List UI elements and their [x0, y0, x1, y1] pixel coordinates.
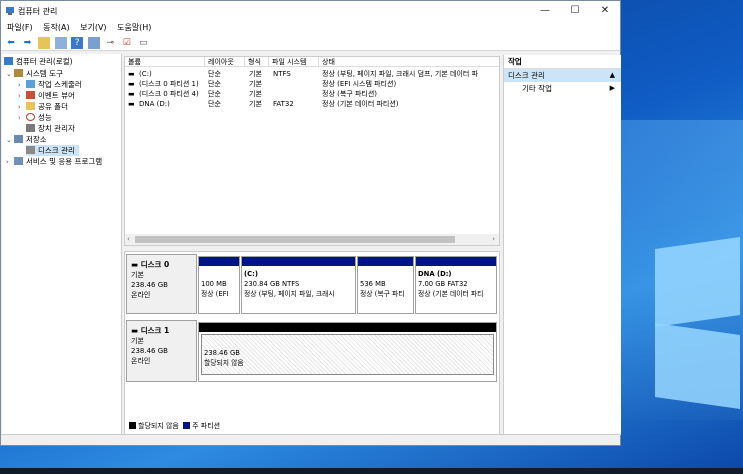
services-icon — [14, 157, 23, 165]
tree-event-viewer[interactable]: › 이벤트 뷰어 — [18, 90, 75, 101]
help-icon[interactable]: ? — [71, 37, 84, 49]
column-status[interactable]: 상태 — [319, 57, 501, 67]
windows-logo — [655, 237, 743, 409]
close-icon[interactable]: ✕ — [590, 1, 620, 21]
scroll-right-icon[interactable]: › — [492, 234, 495, 245]
actions-section-disk-management[interactable]: 디스크 관리 ▲ — [504, 69, 621, 82]
status-bar — [1, 434, 620, 445]
disk-1-label[interactable]: ▬ 디스크 1 기본 238.46 GB 온라인 — [126, 320, 197, 382]
minimize-icon[interactable]: — — [530, 1, 560, 21]
properties-icon[interactable] — [87, 37, 100, 49]
toolbar: ⬅ ➡ ? ⊸ ☑ ▭ — [1, 35, 620, 51]
column-layout[interactable]: 레이아웃 — [205, 57, 245, 67]
horizontal-scrollbar[interactable]: ‹ › — [125, 234, 499, 245]
key-icon[interactable]: ⊸ — [104, 37, 116, 49]
partition-legend: 할당되지 않음 주 파티션 — [127, 421, 220, 431]
actions-pane: 작업 디스크 관리 ▲ 기타 작업 ▶ — [503, 55, 621, 435]
menu-help[interactable]: 도움말(H) — [117, 21, 151, 35]
partition-d[interactable]: DNA (D:) 7.00 GB FAT32 정상 (기본 데이터 파티 — [415, 256, 497, 314]
console-tree-icon[interactable] — [54, 37, 67, 49]
unallocated-swatch — [129, 422, 136, 429]
column-volume[interactable]: 볼륨 — [125, 57, 205, 67]
scroll-left-icon[interactable]: ‹ — [127, 234, 130, 245]
volume-drive-icon: ▬ — [128, 100, 135, 108]
volume-list: 볼륨 레이아웃 형식 파일 시스템 상태 ▬ (C:) 단순 기본 NTFS 정… — [124, 56, 500, 246]
menu-action[interactable]: 동작(A) — [43, 21, 69, 35]
partition-unallocated[interactable]: 238.46 GB 할당되지 않음 — [198, 322, 497, 382]
chevron-down-icon[interactable]: ⌄ — [6, 69, 14, 80]
disk-icon — [26, 146, 35, 154]
collapse-up-icon[interactable]: ▲ — [610, 69, 615, 82]
forward-arrow-icon[interactable]: ➡ — [22, 37, 34, 49]
disk-0-label[interactable]: ▬ 디스크 0 기본 238.46 GB 온라인 — [126, 254, 197, 314]
console-tree: 컴퓨터 관리(로컬) ⌄ 시스템 도구 › 작업 스케줄러 › 이벤트 뷰어 › 공유 … — [2, 54, 122, 435]
tools-icon — [14, 69, 23, 77]
folder-up-icon[interactable] — [38, 37, 51, 49]
column-type[interactable]: 형식 — [245, 57, 269, 67]
tree-system-tools[interactable]: ⌄ 시스템 도구 — [6, 68, 63, 79]
chevron-right-icon[interactable]: › — [6, 157, 14, 168]
submenu-arrow-icon: ▶ — [609, 84, 615, 92]
maximize-icon[interactable]: ☐ — [560, 1, 590, 21]
menu-file[interactable]: 파일(F) — [7, 21, 33, 35]
view-icon[interactable]: ▭ — [137, 37, 149, 49]
column-filesystem[interactable]: 파일 시스템 — [269, 57, 319, 67]
checklist-icon[interactable]: ☑ — [121, 37, 133, 49]
device-manager-icon — [26, 124, 35, 132]
actions-more[interactable]: 기타 작업 ▶ — [504, 82, 621, 95]
taskbar — [0, 468, 743, 474]
tree-shared-folders[interactable]: › 공유 폴더 — [18, 101, 68, 112]
menu-view[interactable]: 보기(V) — [80, 21, 106, 35]
event-viewer-icon — [26, 91, 35, 99]
storage-icon — [14, 135, 23, 143]
computer-management-window: 컴퓨터 관리 — ☐ ✕ 파일(F) 동작(A) 보기(V) 도움말(H) ⬅ … — [0, 0, 621, 446]
window-title: 컴퓨터 관리 — [18, 7, 58, 16]
actions-header: 작업 — [504, 55, 621, 69]
disk-graphical-view: ▬ 디스크 0 기본 238.46 GB 온라인 100 MB 정상 (EFI (… — [124, 251, 500, 435]
tree-disk-management[interactable]: 디스크 관리 — [26, 145, 79, 156]
computer-icon — [4, 57, 13, 65]
primary-swatch — [183, 422, 191, 429]
partition-efi[interactable]: 100 MB 정상 (EFI — [198, 256, 240, 314]
partition-c[interactable]: (C:) 230.84 GB NTFS 정상 (부팅, 페이지 파일, 크래시 — [241, 256, 356, 314]
tree-device-manager[interactable]: 장치 관리자 — [18, 123, 75, 134]
tree-services-apps[interactable]: › 서비스 및 응용 프로그램 — [6, 156, 102, 167]
menu-bar: 파일(F) 동작(A) 보기(V) 도움말(H) — [1, 21, 620, 35]
disk-icon: ▬ — [131, 326, 141, 335]
back-arrow-icon[interactable]: ⬅ — [5, 37, 17, 49]
performance-icon — [26, 113, 35, 121]
tree-task-scheduler[interactable]: › 작업 스케줄러 — [18, 79, 82, 90]
volume-row[interactable]: ▬ DNA (D:) 단순 기본 FAT32 정상 (기본 데이터 파티션) — [125, 99, 499, 109]
disk-icon: ▬ — [131, 260, 141, 269]
title-bar[interactable]: 컴퓨터 관리 — ☐ ✕ — [1, 1, 620, 21]
clock-icon — [26, 80, 35, 88]
shared-folder-icon — [26, 102, 35, 110]
volume-drive-icon: ▬ — [128, 90, 135, 98]
volume-list-header: 볼륨 레이아웃 형식 파일 시스템 상태 — [125, 57, 499, 67]
tree-performance[interactable]: › 성능 — [18, 112, 52, 123]
chevron-down-icon[interactable]: ⌄ — [6, 135, 14, 146]
volume-row[interactable]: ▬ (C:) 단순 기본 NTFS 정상 (부팅, 페이지 파일, 크래시 덤프… — [125, 69, 499, 79]
volume-row[interactable]: ▬ (디스크 0 파티션 1) 단순 기본 정상 (EFI 시스템 파티션) — [125, 79, 499, 89]
volume-drive-icon: ▬ — [128, 80, 135, 88]
tree-root[interactable]: 컴퓨터 관리(로컬) — [4, 56, 73, 67]
tree-storage[interactable]: ⌄ 저장소 — [6, 134, 47, 145]
computer-management-icon — [6, 7, 14, 15]
volume-row[interactable]: ▬ (디스크 0 파티션 4) 단순 기본 정상 (복구 파티션) — [125, 89, 499, 99]
partition-recovery[interactable]: 536 MB 정상 (복구 파티 — [357, 256, 414, 314]
volume-drive-icon: ▬ — [128, 70, 135, 78]
scrollbar-thumb[interactable] — [135, 236, 455, 243]
